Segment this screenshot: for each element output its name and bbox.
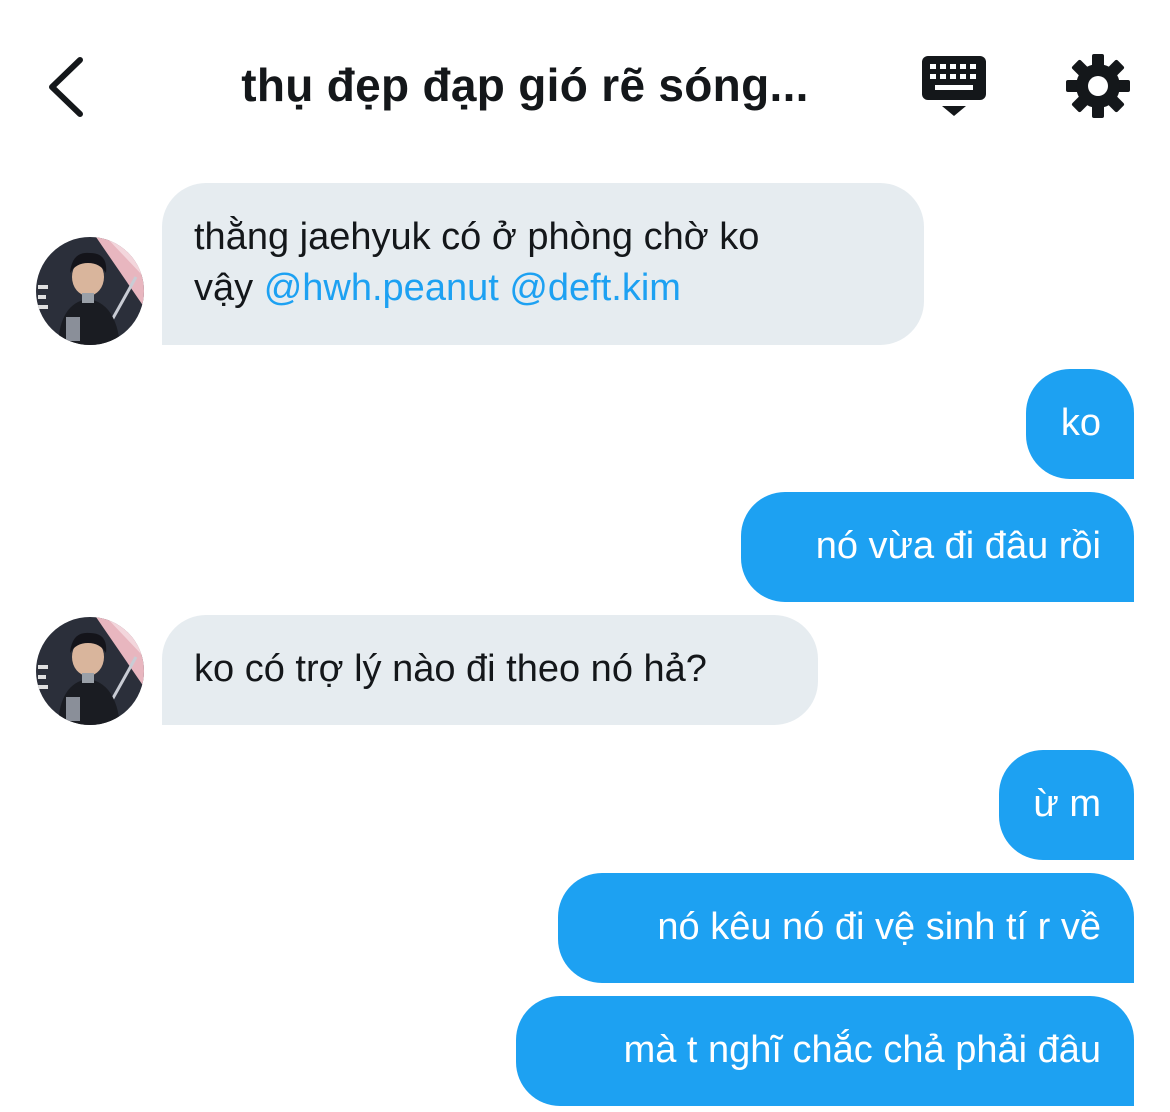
back-button[interactable] bbox=[40, 52, 100, 122]
mention-link[interactable]: @deft.kim bbox=[509, 267, 681, 309]
message-bubble-outgoing[interactable]: ko bbox=[1026, 369, 1134, 479]
chevron-left-icon bbox=[49, 57, 83, 117]
settings-button[interactable] bbox=[1064, 52, 1132, 120]
message-text: mà t nghĩ chắc chả phải đâu bbox=[623, 1029, 1101, 1071]
avatar[interactable] bbox=[36, 237, 144, 345]
mention-link[interactable]: @hwh.peanut bbox=[264, 267, 499, 309]
message-text: nó vừa đi đâu rồi bbox=[815, 525, 1101, 567]
message-text: vậy bbox=[194, 267, 264, 309]
avatar[interactable] bbox=[36, 617, 144, 725]
gear-icon bbox=[1066, 54, 1130, 118]
message-bubble-outgoing[interactable]: mà t nghĩ chắc chả phải đâu bbox=[516, 996, 1134, 1106]
message-text: ừ m bbox=[1033, 783, 1101, 825]
user-photo bbox=[36, 617, 144, 725]
message-text: ko bbox=[1060, 402, 1101, 444]
message-bubble-incoming[interactable]: ko có trợ lý nào đi theo nó hả? bbox=[162, 615, 818, 725]
message-text-line: vậy @hwh.peanut @deft.kim bbox=[194, 263, 892, 314]
conversation-title[interactable]: thụ đẹp đạp gió rẽ sóng... bbox=[175, 58, 875, 112]
message-bubble-outgoing[interactable]: nó kêu nó đi vệ sinh tí r về bbox=[558, 873, 1134, 983]
message-text: nó kêu nó đi vệ sinh tí r về bbox=[657, 906, 1101, 948]
conversation-header: thụ đẹp đạp gió rẽ sóng... bbox=[0, 0, 1170, 170]
keyboard-toggle-button[interactable] bbox=[918, 52, 990, 118]
user-photo bbox=[36, 237, 144, 345]
message-bubble-outgoing[interactable]: ừ m bbox=[999, 750, 1134, 860]
message-bubble-incoming[interactable]: thằng jaehyuk có ở phòng chờ ko vậy @hwh… bbox=[162, 183, 924, 345]
message-bubble-outgoing[interactable]: nó vừa đi đâu rồi bbox=[741, 492, 1134, 602]
message-text: ko có trợ lý nào đi theo nó hả? bbox=[194, 648, 707, 690]
message-text-line: thằng jaehyuk có ở phòng chờ ko bbox=[194, 216, 760, 258]
keyboard-icon bbox=[922, 56, 986, 116]
